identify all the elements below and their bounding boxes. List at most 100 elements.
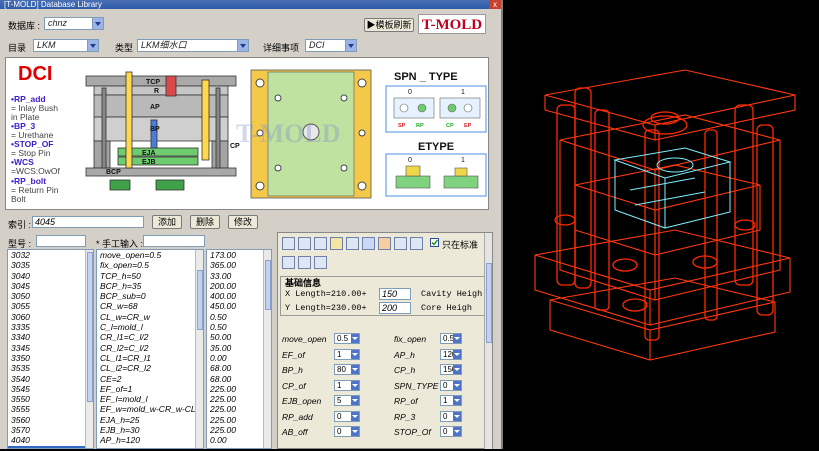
chevron-down-icon[interactable] (351, 380, 359, 390)
add-button[interactable]: 添加 (152, 215, 182, 229)
size-list-item[interactable]: 3570 (8, 425, 93, 435)
value-list-item[interactable]: 0.00 (207, 353, 271, 363)
value-list-item[interactable]: 225.00 (207, 404, 271, 414)
refresh-template-button[interactable]: ▶模板刷新 (364, 18, 414, 32)
tool-edit-icon[interactable] (330, 237, 343, 250)
parameter-list-item[interactable]: fix_open=0.5 (97, 260, 203, 270)
size-list[interactable]: 3032 3035 3040 3045 3050 3055 3060 3335 3340 3345… (7, 249, 94, 449)
chevron-down-icon[interactable] (351, 427, 359, 436)
parameter-list-item[interactable]: CL_l2=CR_l2 (97, 363, 203, 373)
modify-button[interactable]: 修改 (228, 215, 258, 229)
field-value-select[interactable]: 1 (440, 395, 462, 406)
size-list-item[interactable]: 3350 (8, 353, 93, 363)
value-list-item[interactable]: 450.00 (207, 301, 271, 311)
parameter-list-item[interactable]: CR_l1=C_l/2 (97, 332, 203, 342)
value-list-item[interactable]: 68.00 (207, 374, 271, 384)
value-list-item[interactable]: 225.00 (207, 384, 271, 394)
size-list-item[interactable]: 3555 (8, 404, 93, 414)
field-value-select[interactable]: 1 (334, 379, 360, 391)
scroll-thumb[interactable] (87, 252, 93, 402)
index-input[interactable]: 4045 (32, 216, 144, 228)
follow-checkbox[interactable] (430, 238, 439, 247)
scroll-thumb[interactable] (197, 270, 203, 330)
size-list-item[interactable]: 3540 (8, 374, 93, 384)
field-value-select[interactable]: 0.5 (334, 333, 360, 344)
value-list-item[interactable]: 35.00 (207, 343, 271, 353)
parameter-list-item[interactable]: TCP_h=50 (97, 271, 203, 281)
size-list-item[interactable]: 3335 (8, 322, 93, 332)
value-list-item[interactable]: 225.00 (207, 425, 271, 435)
chevron-down-icon[interactable] (453, 349, 461, 359)
tool-view-icon[interactable] (282, 256, 295, 269)
chevron-down-icon[interactable] (453, 380, 461, 390)
value-list-item[interactable]: 0.50 (207, 312, 271, 322)
field-value-select[interactable]: 0 (334, 426, 360, 437)
chevron-down-icon[interactable] (87, 40, 98, 51)
parameter-list-item[interactable]: BCP_h=35 (97, 281, 203, 291)
value-list-item[interactable]: 225.00 (207, 394, 271, 404)
field-value-select[interactable]: 0 (440, 426, 462, 437)
tool-grid-icon[interactable] (394, 237, 407, 250)
parameter-list-item[interactable]: CL_l1=CR_l1 (97, 353, 203, 363)
size-list-item[interactable]: 3055 (8, 301, 93, 311)
chevron-down-icon[interactable] (237, 40, 248, 51)
value-list[interactable]: 173.00 365.00 33.00 200.00 400.00 450.00 0.50 0… (206, 249, 272, 449)
parameter-list-scrollbar[interactable] (195, 250, 203, 448)
field-value-select[interactable]: 0 (334, 410, 360, 422)
chevron-down-icon[interactable] (351, 365, 359, 374)
parameter-list-item[interactable]: BCP_sub=0 (97, 291, 203, 301)
value-list-item[interactable]: 0.00 (207, 446, 271, 448)
tool-mold-icon[interactable] (378, 237, 391, 250)
field-value-select[interactable]: 0 (440, 410, 462, 422)
size-list-item[interactable]: 4040 (8, 435, 93, 445)
size-filter-input[interactable] (36, 235, 86, 247)
y-length-input[interactable]: 200 (379, 302, 411, 314)
field-value-select[interactable]: 150 (440, 364, 462, 375)
chevron-down-icon[interactable] (92, 18, 103, 29)
parameter-list-item[interactable]: BP_h=80 (97, 446, 203, 448)
size-list-item[interactable]: 3032 (8, 250, 93, 260)
chevron-down-icon[interactable] (351, 334, 359, 343)
parameter-list-item[interactable]: CR_w=68 (97, 301, 203, 311)
field-value-select[interactable]: 1 (334, 348, 360, 360)
scroll-thumb[interactable] (486, 263, 492, 343)
tool-layer-icon[interactable] (410, 237, 423, 250)
tool-move-icon[interactable] (282, 237, 295, 250)
tool-list-icon[interactable] (314, 256, 327, 269)
db-select[interactable]: chnz (44, 17, 104, 30)
size-list-item[interactable]: 3560 (8, 415, 93, 425)
parameter-list-item[interactable]: EF_l=mold_l (97, 394, 203, 404)
panel-scrollbar[interactable] (484, 233, 492, 449)
x-length-input[interactable]: 150 (379, 288, 411, 300)
chevron-down-icon[interactable] (351, 396, 359, 405)
parameter-list-item[interactable]: CR_l2=C_l/2 (97, 343, 203, 353)
value-list-item[interactable]: 400.00 (207, 291, 271, 301)
size-list-item[interactable]: 3040 (8, 271, 93, 281)
close-icon[interactable]: x (489, 0, 501, 9)
value-list-item[interactable]: 50.00 (207, 332, 271, 342)
size-list-item[interactable]: 3060 (8, 312, 93, 322)
parameter-list-item[interactable]: C_l=mold_l (97, 322, 203, 332)
parameter-list-item[interactable]: EJA_h=25 (97, 415, 203, 425)
tool-rotate-icon[interactable] (298, 237, 311, 250)
tool-pin-icon[interactable] (346, 237, 359, 250)
size-list-item[interactable]: 3545 (8, 384, 93, 394)
chevron-down-icon[interactable] (351, 349, 359, 359)
chevron-down-icon[interactable] (453, 396, 461, 405)
chevron-down-icon[interactable] (345, 40, 356, 51)
chevron-down-icon[interactable] (351, 411, 359, 421)
chevron-down-icon[interactable] (453, 365, 461, 374)
value-list-scrollbar[interactable] (263, 250, 271, 448)
size-list-item[interactable]: 3050 (8, 291, 93, 301)
value-list-item[interactable]: 173.00 (207, 250, 271, 260)
cad-3d-viewport[interactable] (505, 0, 819, 449)
value-list-item[interactable]: 200.00 (207, 281, 271, 291)
value-list-item[interactable]: 0.00 (207, 435, 271, 445)
size-list-item[interactable]: 3340 (8, 332, 93, 342)
chevron-down-icon[interactable] (453, 334, 461, 343)
field-value-select[interactable]: 0 (440, 379, 462, 391)
parameter-list-item[interactable]: CE=2 (97, 374, 203, 384)
parameter-list-item[interactable]: EF_of=1 (97, 384, 203, 394)
value-list-item[interactable]: 0.50 (207, 322, 271, 332)
size-list-item[interactable]: 3535 (8, 363, 93, 373)
